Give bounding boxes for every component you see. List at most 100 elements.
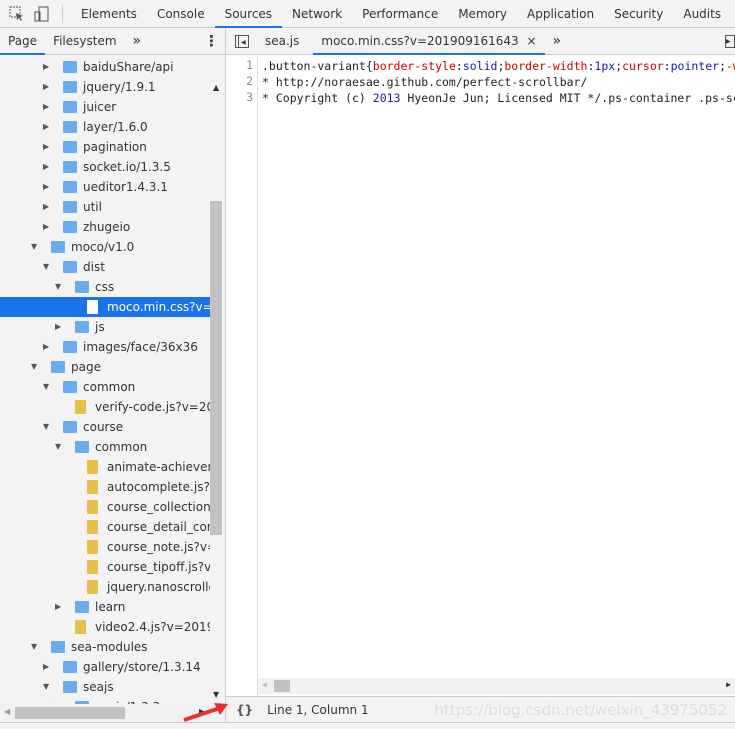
expanded-arrow-icon[interactable]: ▼	[55, 437, 61, 457]
collapsed-arrow-icon[interactable]: ▶	[43, 217, 49, 237]
collapsed-arrow-icon[interactable]: ▶	[55, 317, 61, 337]
code-editor[interactable]: 1 2 3 .button-variant{border-style:solid…	[226, 56, 735, 696]
collapsed-arrow-icon[interactable]: ▶	[43, 177, 49, 197]
folder-icon	[63, 661, 77, 673]
tab-performance[interactable]: Performance	[352, 0, 448, 28]
expanded-arrow-icon[interactable]: ▼	[43, 417, 49, 437]
scrollbar-thumb[interactable]	[210, 201, 222, 535]
collapsed-arrow-icon[interactable]: ▶	[43, 97, 49, 117]
toggle-navigator-icon[interactable]: ◀	[235, 34, 249, 48]
tree-folder-item[interactable]: ▼ moco/v1.0	[0, 237, 210, 257]
tree-folder-item[interactable]: ▶ juicer	[0, 97, 210, 117]
expanded-arrow-icon[interactable]: ▼	[43, 377, 49, 397]
tree-folder-item[interactable]: ▶ baiduShare/api	[0, 57, 210, 77]
tab-security[interactable]: Security	[604, 0, 673, 28]
tree-folder-item[interactable]: ▼ course	[0, 417, 210, 437]
more-tabs-button[interactable]: »	[553, 33, 562, 49]
close-tab-icon[interactable]: ×	[526, 34, 536, 48]
tab-memory[interactable]: Memory	[448, 0, 517, 28]
tree-file-item[interactable]: course_note.js?v=2	[0, 537, 210, 557]
tree-file-item[interactable]: animate-achieveme	[0, 457, 210, 477]
expanded-arrow-icon[interactable]: ▼	[55, 277, 61, 297]
tree-file-item[interactable]: verify-code.js?v=2019	[0, 397, 210, 417]
tree-folder-item[interactable]: ▼ dist	[0, 257, 210, 277]
expanded-arrow-icon[interactable]: ▼	[31, 357, 37, 377]
collapsed-arrow-icon[interactable]: ▶	[43, 117, 49, 137]
tree-file-item[interactable]: course_tipoff.js?v=	[0, 557, 210, 577]
tree-item-label: jquery.nanoscroller	[107, 580, 210, 594]
inspect-element-icon[interactable]	[9, 6, 25, 22]
menu-icon[interactable]: ⋮	[204, 32, 219, 50]
tree-folder-item[interactable]: ▼ css	[0, 277, 210, 297]
file-icon	[87, 580, 98, 594]
tree-item-label: moco/v1.0	[71, 240, 135, 254]
tree-folder-item[interactable]: ▶ zhugeio	[0, 217, 210, 237]
folder-icon	[63, 421, 77, 433]
tab-sources[interactable]: Sources	[214, 0, 283, 28]
tree-folder-item[interactable]: ▶ images/face/36x36	[0, 337, 210, 357]
folder-icon	[75, 281, 89, 293]
tree-file-item[interactable]: video2.4.js?v=201909	[0, 617, 210, 637]
folder-icon	[63, 221, 77, 233]
collapsed-arrow-icon[interactable]: ▶	[43, 657, 49, 677]
tree-file-item[interactable]: moco.min.css?v=20	[0, 297, 210, 317]
tab-console[interactable]: Console	[147, 0, 215, 28]
tree-folder-item[interactable]: ▶ gallery/store/1.3.14	[0, 657, 210, 677]
tree-item-label: verify-code.js?v=2019	[95, 400, 210, 414]
tree-folder-item[interactable]: ▶ layer/1.6.0	[0, 117, 210, 137]
collapsed-arrow-icon[interactable]: ▶	[43, 137, 49, 157]
pretty-print-button[interactable]: {}	[236, 703, 253, 717]
collapsed-arrow-icon[interactable]: ▶	[43, 77, 49, 97]
scrollbar-thumb[interactable]	[15, 707, 125, 719]
line-number: 3	[246, 90, 253, 104]
tree-folder-item[interactable]: ▶ pagination	[0, 137, 210, 157]
expanded-arrow-icon[interactable]: ▼	[31, 637, 37, 657]
tree-file-item[interactable]: jquery.nanoscroller	[0, 577, 210, 597]
scroll-down-icon[interactable]: ▼	[213, 690, 219, 699]
tree-folder-item[interactable]: ▼ common	[0, 437, 210, 457]
collapsed-arrow-icon[interactable]: ▶	[43, 337, 49, 357]
tree-folder-item[interactable]: ▶ util	[0, 197, 210, 217]
expanded-arrow-icon[interactable]: ▼	[43, 257, 49, 277]
tab-page[interactable]: Page	[0, 28, 46, 55]
tree-folder-item[interactable]: ▼ seajs	[0, 677, 210, 697]
tree-folder-item[interactable]: ▶ jquery/1.9.1	[0, 77, 210, 97]
tree-file-item[interactable]: course_detail_comr	[0, 517, 210, 537]
tab-elements[interactable]: Elements	[71, 0, 147, 28]
tree-folder-item[interactable]: ▶ socket.io/1.3.5	[0, 157, 210, 177]
device-toolbar-icon[interactable]	[34, 6, 50, 22]
tree-folder-item[interactable]: ▶ ueditor1.4.3.1	[0, 177, 210, 197]
tree-folder-item[interactable]: ▶ js	[0, 317, 210, 337]
expanded-arrow-icon[interactable]: ▼	[43, 677, 49, 697]
tree-folder-item[interactable]: ▼ page	[0, 357, 210, 377]
tree-folder-item[interactable]: ▶ learn	[0, 597, 210, 617]
expanded-arrow-icon[interactable]: ▼	[31, 237, 37, 257]
divider	[62, 4, 63, 23]
scroll-up-icon[interactable]: ▲	[213, 83, 219, 92]
more-tabs-button[interactable]: »	[125, 28, 150, 55]
tree-item-label: learn	[95, 600, 126, 614]
tab-moco-min-css[interactable]: moco.min.css?v=201909161643 ×	[313, 28, 545, 55]
tree-folder-item[interactable]: ▼ sea-modules	[0, 637, 210, 657]
collapsed-arrow-icon[interactable]: ▶	[43, 197, 49, 217]
tab-filesystem[interactable]: Filesystem	[45, 28, 124, 55]
line-number: 1	[246, 58, 253, 72]
tree-item-label: dist	[83, 260, 105, 274]
toggle-debugger-icon[interactable]: ▶	[725, 35, 735, 48]
scroll-right-icon[interactable]: ▶	[726, 680, 731, 689]
scroll-left-icon[interactable]: ◀	[262, 680, 267, 689]
tree-folder-item[interactable]: ▼ common	[0, 377, 210, 397]
collapsed-arrow-icon[interactable]: ▶	[55, 597, 61, 617]
tab-application[interactable]: Application	[517, 0, 604, 28]
tab-audits[interactable]: Audits	[673, 0, 731, 28]
tree-file-item[interactable]: autocomplete.js?v=	[0, 477, 210, 497]
collapsed-arrow-icon[interactable]: ▶	[43, 157, 49, 177]
tree-file-item[interactable]: course_collection.js	[0, 497, 210, 517]
tab-network[interactable]: Network	[282, 0, 352, 28]
tab-sea-js[interactable]: sea.js	[257, 28, 307, 55]
scroll-left-icon[interactable]: ◀	[4, 707, 10, 716]
editor-horizontal-scrollbar[interactable]: ◀ ▶	[258, 678, 735, 694]
collapsed-arrow-icon[interactable]: ▶	[43, 57, 49, 77]
tree-vertical-scrollbar[interactable]: ▲ ▼	[210, 83, 223, 723]
scrollbar-thumb[interactable]	[274, 680, 290, 692]
